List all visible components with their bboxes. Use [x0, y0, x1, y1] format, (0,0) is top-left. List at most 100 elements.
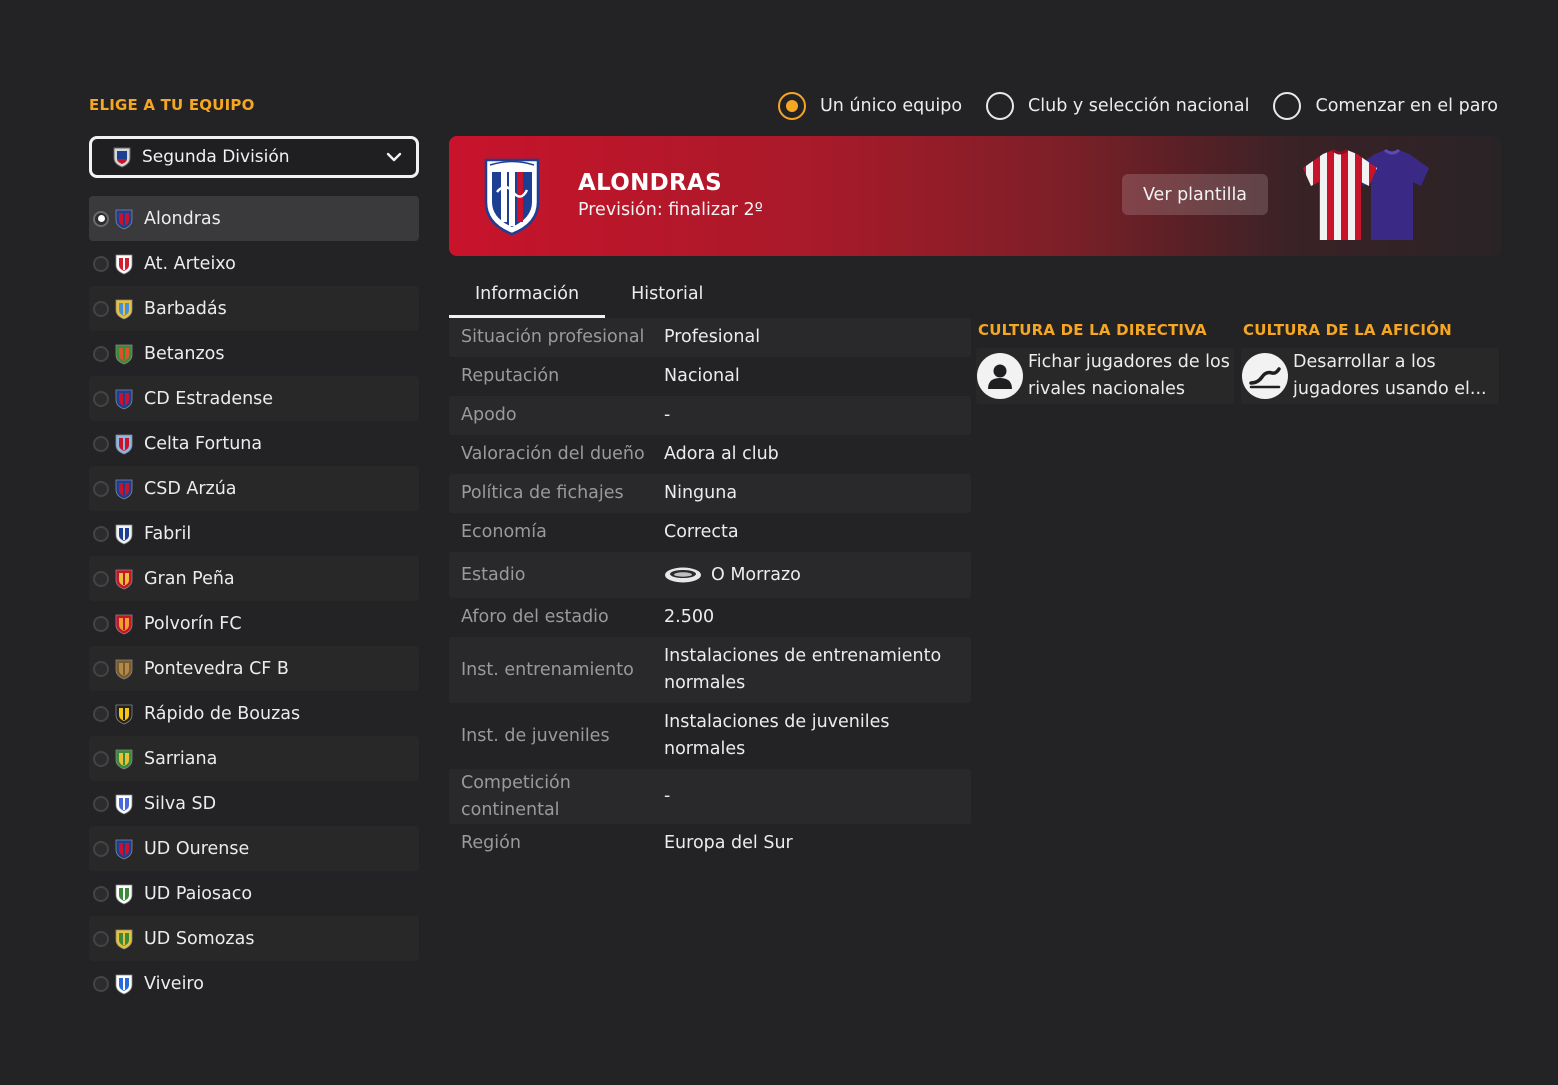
info-row: Apodo - [449, 396, 971, 435]
game-mode-options: Un único equipo Club y selección naciona… [778, 92, 1498, 120]
info-row: Valoración del dueño Adora al club [449, 435, 971, 474]
team-row[interactable]: UD Paiosaco [89, 871, 419, 916]
division-dropdown[interactable]: Segunda División [89, 136, 419, 178]
team-radio[interactable] [93, 795, 109, 812]
board-culture-title: CULTURA DE LA DIRECTIVA [978, 321, 1207, 339]
radio-button[interactable] [986, 92, 1015, 120]
team-radio[interactable] [93, 705, 109, 722]
mode-unemployed[interactable]: Comenzar en el paro [1273, 92, 1498, 120]
info-value-cell: Adora al club [664, 441, 971, 468]
team-row[interactable]: Viveiro [89, 961, 419, 1006]
info-value: Ninguna [664, 483, 738, 503]
team-radio[interactable] [93, 210, 109, 227]
banner-team-name: ALONDRAS [578, 170, 723, 196]
team-radio[interactable] [93, 480, 109, 497]
division-dropdown-value: Segunda División [142, 147, 290, 167]
team-crest-icon [114, 928, 134, 950]
team-row[interactable]: Gran Peña [89, 556, 419, 601]
club-crest-icon [484, 158, 540, 236]
team-name: At. Arteixo [144, 253, 236, 274]
team-radio[interactable] [93, 660, 109, 677]
info-row: Inst. de juveniles Instalaciones de juven… [449, 703, 971, 769]
team-name: Gran Peña [144, 568, 235, 589]
team-radio[interactable] [93, 570, 109, 587]
team-row[interactable]: Silva SD [89, 781, 419, 826]
info-value: 2.500 [664, 607, 715, 627]
team-row[interactable]: Pontevedra CF B [89, 646, 419, 691]
team-row[interactable]: CSD Arzúa [89, 466, 419, 511]
team-radio[interactable] [93, 255, 109, 272]
team-radio[interactable] [93, 615, 109, 632]
team-crest-icon [114, 478, 134, 500]
board-culture-card[interactable]: Fichar jugadores de los rivales nacional… [976, 348, 1234, 404]
team-crest-icon [114, 433, 134, 455]
team-radio[interactable] [93, 390, 109, 407]
info-key: Estadio [461, 564, 526, 585]
fan-culture-line: jugadores usando el... [1293, 379, 1487, 399]
info-key: Política de fichajes [461, 483, 624, 503]
info-value-cell: Nacional [664, 363, 971, 390]
info-value-cell: Instalaciones de entrenamiento normales [664, 643, 954, 697]
team-row[interactable]: Barbadás [89, 286, 419, 331]
team-radio[interactable] [93, 885, 109, 902]
radio-button[interactable] [778, 92, 806, 120]
info-value: Adora al club [664, 444, 779, 464]
info-row: Competición continental - [449, 769, 971, 824]
choose-team-title: ELIGE A TU EQUIPO [89, 96, 255, 114]
team-radio[interactable] [93, 975, 109, 992]
team-crest-icon [114, 838, 134, 860]
info-row: Región Europa del Sur [449, 824, 971, 863]
team-name: Pontevedra CF B [144, 658, 289, 679]
board-culture-text: Fichar jugadores de los rivales nacional… [1028, 349, 1230, 403]
mode-single-team[interactable]: Un único equipo [778, 92, 962, 120]
view-squad-button[interactable]: Ver plantilla [1122, 174, 1268, 215]
info-row: Política de fichajes Ninguna [449, 474, 971, 513]
info-key: Aforo del estadio [461, 607, 609, 627]
team-row[interactable]: UD Ourense [89, 826, 419, 871]
fan-culture-title: CULTURA DE LA AFICIÓN [1243, 321, 1452, 339]
team-name: CD Estradense [144, 388, 274, 409]
team-row[interactable]: Celta Fortuna [89, 421, 419, 466]
board-culture-line: rivales nacionales [1028, 379, 1186, 399]
team-radio[interactable] [93, 840, 109, 857]
team-row[interactable]: Polvorín FC [89, 601, 419, 646]
team-name: Rápido de Bouzas [144, 703, 301, 724]
team-row[interactable]: Alondras [89, 196, 419, 241]
info-value: Nacional [664, 366, 740, 386]
team-row[interactable]: Fabril [89, 511, 419, 556]
team-name: Polvorín FC [144, 613, 242, 634]
tab-history[interactable]: Historial [605, 270, 729, 318]
team-name: Betanzos [144, 343, 225, 364]
team-radio[interactable] [93, 930, 109, 947]
team-radio[interactable] [93, 525, 109, 542]
radio-button[interactable] [1273, 92, 1302, 120]
mode-label: Comenzar en el paro [1315, 96, 1498, 116]
fan-culture-card[interactable]: Desarrollar a los jugadores usando el... [1241, 348, 1499, 404]
team-radio[interactable] [93, 750, 109, 767]
team-crest-icon [114, 658, 134, 680]
mode-club-and-national[interactable]: Club y selección nacional [986, 92, 1249, 120]
team-row[interactable]: UD Somozas [89, 916, 419, 961]
info-value-cell: - [664, 783, 971, 810]
team-row[interactable]: CD Estradense [89, 376, 419, 421]
team-name: UD Somozas [144, 928, 255, 949]
team-radio[interactable] [93, 345, 109, 362]
team-row[interactable]: Betanzos [89, 331, 419, 376]
team-crest-icon [114, 298, 134, 320]
team-row[interactable]: At. Arteixo [89, 241, 419, 286]
mode-label: Club y selección nacional [1028, 96, 1250, 116]
info-key: Región [461, 833, 521, 853]
team-name: Silva SD [144, 793, 217, 814]
team-row[interactable]: Sarriana [89, 736, 419, 781]
team-radio[interactable] [93, 300, 109, 317]
info-key: Inst. entrenamiento [461, 659, 634, 680]
info-value: Profesional [664, 327, 761, 347]
team-row[interactable]: Rápido de Bouzas [89, 691, 419, 736]
team-crest-icon [114, 748, 134, 770]
team-crest-icon [114, 343, 134, 365]
team-radio[interactable] [93, 435, 109, 452]
team-name: Sarriana [144, 748, 218, 769]
tab-information[interactable]: Información [449, 270, 606, 318]
team-name: Fabril [144, 523, 192, 544]
banner-forecast: Previsión: finalizar 2º [578, 200, 763, 220]
